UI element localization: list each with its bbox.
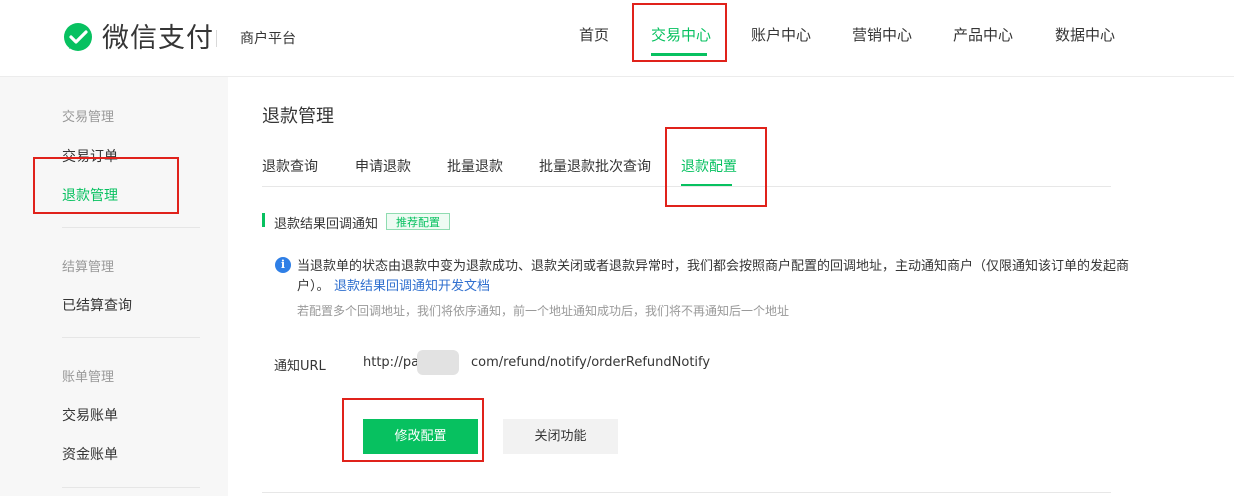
page-title: 退款管理 — [262, 106, 334, 127]
highlight-box-tab — [665, 127, 767, 207]
highlight-box-sidebar — [33, 157, 179, 214]
info-icon: i — [275, 257, 291, 273]
nav-data-center[interactable]: 数据中心 — [1055, 24, 1115, 45]
highlight-box-button — [342, 398, 484, 462]
notify-url-suffix: com/refund/notify/orderRefundNotify — [471, 355, 711, 370]
sidebar-group-trade: 交易管理 — [62, 110, 115, 125]
nav-product-center[interactable]: 产品中心 — [953, 24, 1013, 45]
recommended-badge: 推荐配置 — [386, 213, 450, 230]
redacted-domain-mask — [417, 350, 459, 375]
wechat-pay-logo-icon[interactable] — [62, 22, 94, 54]
sidebar-group-settlement: 结算管理 — [62, 260, 115, 275]
sidebar-item-fund-bill[interactable]: 资金账单 — [62, 444, 118, 464]
tab-batch-refund[interactable]: 批量退款 — [447, 156, 503, 176]
tab-batch-refund-query[interactable]: 批量退款批次查询 — [539, 156, 651, 176]
notify-url-value: http://pay. com/refund/notify/orderRefund… — [363, 355, 710, 370]
tab-apply-refund[interactable]: 申请退款 — [355, 156, 411, 176]
sidebar-divider — [62, 487, 200, 488]
dev-doc-link[interactable]: 退款结果回调通知开发文档 — [334, 275, 490, 294]
sidebar-item-settled-query[interactable]: 已结算查询 — [62, 295, 132, 315]
sidebar: 交易管理 交易订单 退款管理 结算管理 已结算查询 账单管理 交易账单 资金账单 — [0, 77, 228, 496]
close-feature-button[interactable]: 关闭功能 — [503, 419, 618, 454]
logo-divider — [216, 30, 217, 47]
bottom-divider — [262, 492, 1111, 493]
logo-text: 微信支付 — [102, 23, 214, 54]
top-header: 微信支付 商户平台 首页 交易中心 账户中心 营销中心 产品中心 数据中心 — [0, 0, 1234, 77]
platform-name: 商户平台 — [240, 31, 296, 47]
info-text-line1: 当退款单的状态由退款中变为退款成功、退款关闭或者退款异常时，我们都会按照商户配置… — [297, 259, 1130, 274]
tab-refund-query[interactable]: 退款查询 — [262, 156, 318, 176]
notify-url-label: 通知URL — [274, 359, 326, 374]
highlight-box-nav — [632, 3, 727, 62]
sidebar-divider — [62, 337, 200, 338]
nav-account-center[interactable]: 账户中心 — [751, 24, 811, 45]
info-subtext: 若配置多个回调地址，我们将依序通知，前一个地址通知成功后，我们将不再通知后一个地… — [297, 304, 790, 318]
sidebar-item-trade-bill[interactable]: 交易账单 — [62, 405, 118, 425]
nav-home[interactable]: 首页 — [579, 24, 609, 45]
sidebar-divider — [62, 227, 200, 228]
nav-marketing-center[interactable]: 营销中心 — [852, 24, 912, 45]
section-marker — [262, 213, 265, 227]
sidebar-group-bills: 账单管理 — [62, 370, 115, 385]
section-title: 退款结果回调通知 — [274, 217, 379, 232]
info-text-line2: 户）。 — [297, 279, 330, 294]
